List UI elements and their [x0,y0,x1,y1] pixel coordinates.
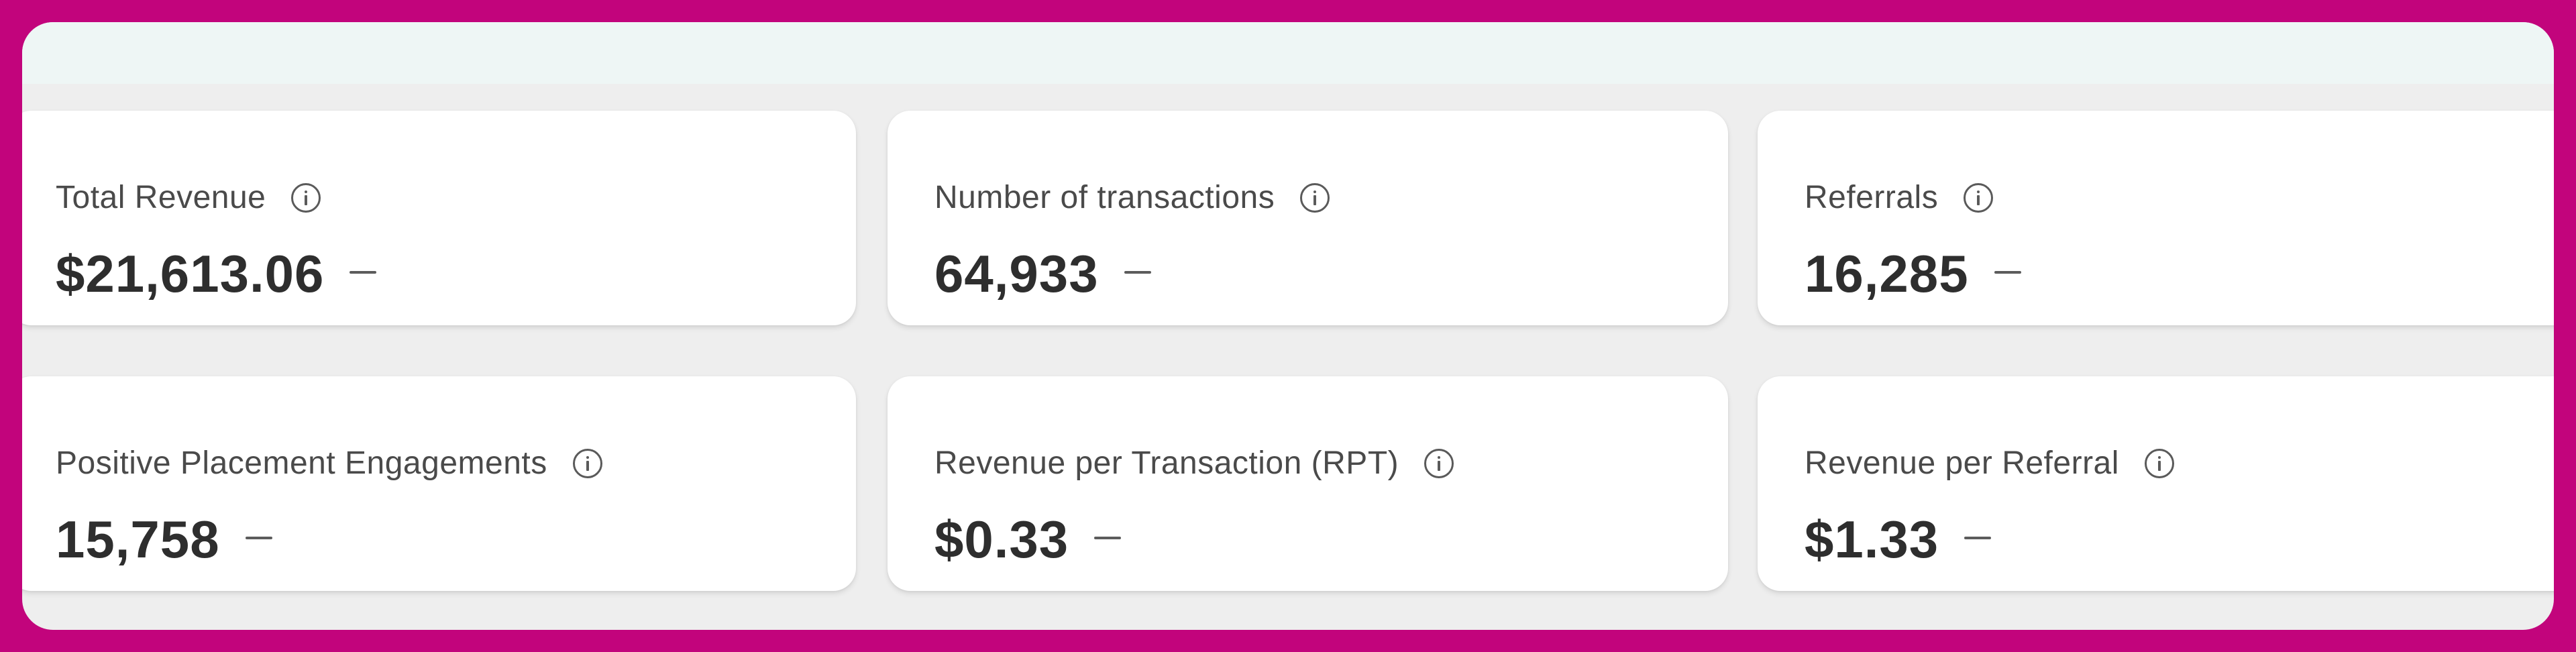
metric-header: Total Revenue [56,179,321,216]
trend-dash-icon [350,270,377,274]
metric-label: Revenue per Referral [1805,445,2119,481]
trend-dash-icon [1964,536,1992,539]
metric-label: Revenue per Transaction (RPT) [934,445,1399,481]
metric-header: Revenue per Referral [1805,445,2174,482]
metric-label: Positive Placement Engagements [56,445,547,481]
metric-value: $0.33 [934,510,1069,569]
metric-card-revenue-per-transaction[interactable]: Revenue per Transaction (RPT) $0.33 [888,376,1728,591]
info-icon[interactable] [1300,182,1330,213]
metric-card-total-revenue[interactable]: Total Revenue $21,613.06 [22,111,856,325]
trend-dash-icon [1994,270,2021,274]
metric-value: $1.33 [1805,510,1939,569]
metric-value-row: 64,933 [934,243,1151,305]
metric-label: Total Revenue [56,180,266,215]
info-icon[interactable] [1964,182,1994,213]
metric-header: Positive Placement Engagements [56,445,602,482]
metric-value: $21,613.06 [56,244,325,303]
metric-value: 16,285 [1805,244,1969,303]
metric-label: Number of transactions [934,180,1275,215]
top-band [22,22,2554,84]
metric-header: Revenue per Transaction (RPT) [934,445,1454,482]
metric-value-row: 15,758 [56,509,272,570]
metric-card-revenue-per-referral[interactable]: Revenue per Referral $1.33 [1758,376,2554,591]
metric-value-row: $1.33 [1805,509,1992,570]
metric-card-number-of-transactions[interactable]: Number of transactions 64,933 [888,111,1728,325]
info-icon[interactable] [291,182,321,213]
trend-dash-icon [245,536,272,539]
trend-dash-icon [1124,270,1151,274]
metric-value-row: $0.33 [934,509,1122,570]
metric-label: Referrals [1805,180,1939,215]
metric-value: 64,933 [934,244,1099,303]
metric-card-positive-placement-engagements[interactable]: Positive Placement Engagements 15,758 [22,376,856,591]
trend-dash-icon [1094,536,1122,539]
info-icon[interactable] [1424,448,1454,478]
metric-value-row: $21,613.06 [56,243,377,305]
metric-header: Referrals [1805,179,1994,216]
metric-value: 15,758 [56,510,220,569]
info-icon[interactable] [572,448,602,478]
info-icon[interactable] [2144,448,2174,478]
metric-card-referrals[interactable]: Referrals 16,285 [1758,111,2554,325]
metric-value-row: 16,285 [1805,243,2021,305]
metrics-panel: Total Revenue $21,613.06 Number of trans… [22,22,2554,630]
metric-header: Number of transactions [934,179,1330,216]
